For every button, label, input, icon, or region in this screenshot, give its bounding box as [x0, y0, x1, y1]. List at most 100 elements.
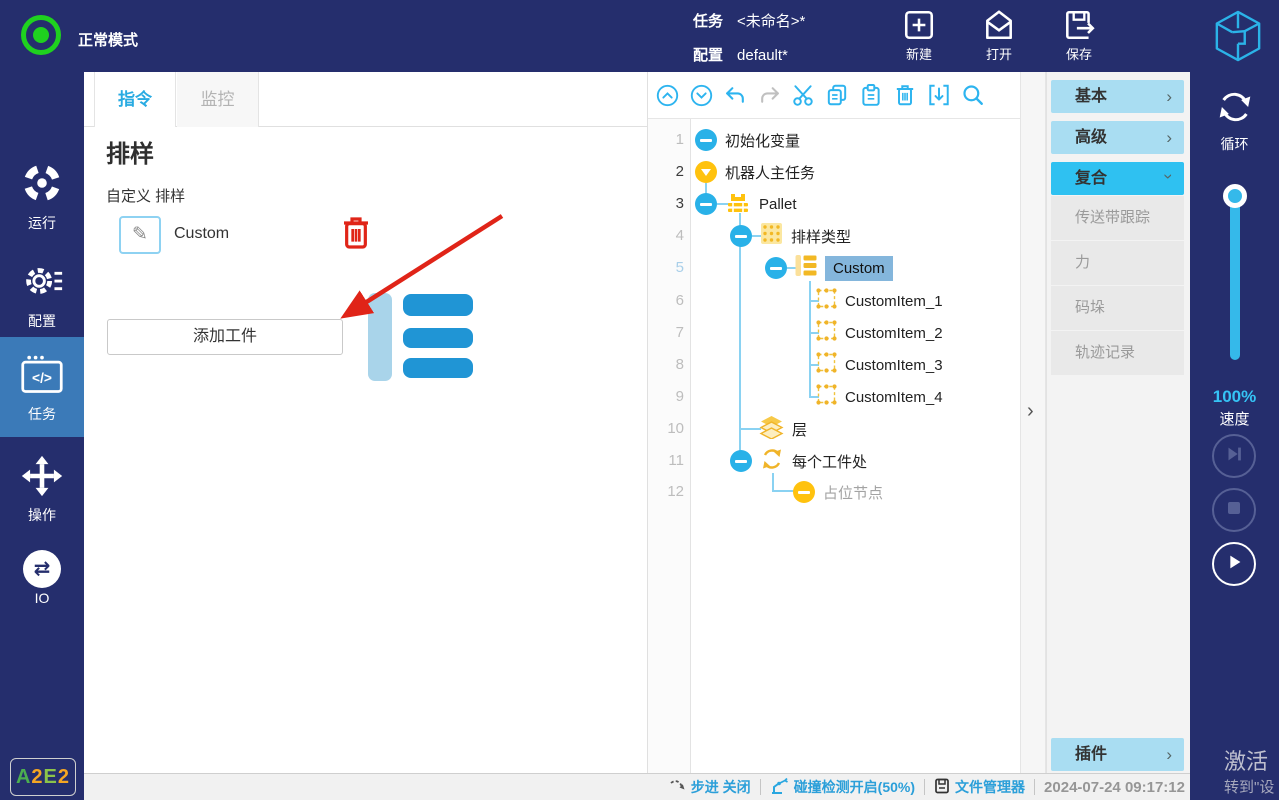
pallet-graphic-item: [403, 358, 473, 378]
expand-all-icon[interactable]: [689, 83, 713, 107]
stop-button[interactable]: [1212, 488, 1256, 532]
category-advanced[interactable]: 高级›: [1051, 121, 1184, 154]
robot-status-indicator[interactable]: [21, 15, 61, 55]
delete-layout-button[interactable]: [340, 214, 372, 257]
task-config-meta: 任务<未命名>* 配置default*: [693, 9, 805, 77]
speed-slider-track[interactable]: [1230, 196, 1240, 360]
sidebar-item-config[interactable]: 配置: [0, 258, 84, 331]
sidebar-item-run[interactable]: 运行: [0, 160, 84, 233]
save-button[interactable]: 保存: [1053, 8, 1105, 63]
annotation-arrow: [84, 72, 647, 773]
item-conveyor-tracking[interactable]: 传送带跟踪: [1051, 196, 1184, 240]
tree-row-layout-type[interactable]: 4 排样类型: [648, 220, 1020, 252]
collapse-toggle-icon[interactable]: [765, 257, 787, 279]
undo-icon[interactable]: [723, 83, 747, 107]
chevron-right-icon: ›: [1027, 400, 1034, 423]
tab-command[interactable]: 指令: [94, 72, 176, 127]
grid-pattern-icon: [760, 222, 783, 250]
sidebar-item-io[interactable]: ⇄ IO: [0, 550, 84, 606]
category-plugin[interactable]: 插件›: [1051, 738, 1184, 771]
tree-row-custom[interactable]: 5 Custom: [648, 252, 1020, 284]
clock-timestamp: 2024-07-24 09:17:12: [1044, 779, 1185, 796]
play-button[interactable]: [1212, 542, 1256, 586]
loop-arrows-icon: [1214, 115, 1256, 132]
io-icon: ⇄: [23, 550, 61, 588]
open-button-label: 打开: [973, 44, 1025, 63]
speed-slider-handle[interactable]: [1223, 184, 1247, 208]
tab-monitor[interactable]: 监控: [177, 72, 259, 127]
sidebar-item-task[interactable]: </> 任务: [0, 337, 84, 437]
new-button-label: 新建: [893, 44, 945, 63]
collision-detection-label: 碰撞检测开启(50%): [794, 777, 915, 797]
layers-icon: [759, 415, 784, 444]
tree-row-main-task[interactable]: 2 机器人主任务: [648, 156, 1020, 188]
cut-icon[interactable]: [791, 83, 815, 107]
item-track-record[interactable]: 轨迹记录: [1051, 331, 1184, 375]
speed-percent: 100%: [1190, 387, 1279, 407]
step-mode-status[interactable]: 步进 关闭: [669, 777, 751, 797]
tree-row-custom-item[interactable]: 7 CustomItem_2: [648, 317, 1020, 349]
tree-node-label: CustomItem_2: [845, 325, 943, 342]
open-file-icon: [973, 8, 1025, 42]
collision-detection-status[interactable]: 碰撞检测开启(50%): [770, 777, 915, 798]
device-badge[interactable]: A2E2: [10, 758, 76, 796]
line-number: 9: [648, 381, 684, 413]
sidebar-item-operate[interactable]: 操作: [0, 454, 84, 525]
open-button[interactable]: 打开: [973, 8, 1025, 63]
tree-row-placeholder[interactable]: 12 占位节点: [648, 476, 1020, 508]
insert-icon[interactable]: [927, 83, 951, 107]
tree-node-label-selected: Custom: [825, 256, 893, 281]
page-subtitle: 自定义 排样: [106, 185, 185, 206]
collapse-toggle-icon[interactable]: [730, 225, 752, 247]
task-value: <未命名>*: [737, 13, 805, 30]
panel-collapse-strip[interactable]: ›: [1020, 72, 1046, 773]
add-workpiece-button[interactable]: 添加工件: [107, 319, 343, 355]
brand-logo-icon: [1213, 8, 1263, 69]
copy-icon[interactable]: [825, 83, 849, 107]
line-number: 6: [648, 285, 684, 317]
collapse-toggle-icon[interactable]: [730, 450, 752, 472]
tree-row-foreach-workpiece[interactable]: 11 每个工件处: [648, 445, 1020, 477]
tree-row-custom-item[interactable]: 9 CustomItem_4: [648, 381, 1020, 413]
collapse-toggle-icon[interactable]: [695, 193, 717, 215]
edit-name-button[interactable]: ✎: [119, 216, 161, 254]
tree-node-label: CustomItem_3: [845, 357, 943, 374]
expand-toggle-icon[interactable]: [695, 161, 717, 183]
sidebar-item-label: IO: [0, 590, 84, 606]
tree-row-custom-item[interactable]: 6 CustomItem_1: [648, 285, 1020, 317]
paste-icon[interactable]: [859, 83, 883, 107]
line-number: 4: [648, 220, 684, 252]
search-icon[interactable]: [961, 83, 985, 107]
new-button[interactable]: 新建: [893, 8, 945, 63]
badge-char: A: [16, 766, 31, 788]
pallet-graphic-item: [403, 294, 473, 316]
category-basic[interactable]: 基本›: [1051, 80, 1184, 113]
tree-row-init-vars[interactable]: 1 初始化变量: [648, 124, 1020, 156]
chevron-down-icon: ›: [1153, 174, 1186, 180]
tree-node-label: 初始化变量: [725, 130, 800, 151]
collapse-all-icon[interactable]: [655, 83, 679, 107]
tree-row-custom-item[interactable]: 8 CustomItem_3: [648, 349, 1020, 381]
category-compound[interactable]: 复合›: [1051, 162, 1184, 195]
tree-row-layer[interactable]: 10 层: [648, 413, 1020, 445]
file-manager-label: 文件管理器: [955, 777, 1025, 797]
delete-icon[interactable]: [893, 83, 917, 107]
item-palletizing[interactable]: 码垛: [1051, 286, 1184, 330]
file-manager-button[interactable]: 文件管理器: [934, 777, 1025, 797]
disk-icon: [934, 778, 950, 797]
loop-mode-button[interactable]: 循环: [1190, 86, 1279, 154]
task-label: 任务: [693, 13, 723, 30]
config-value: default*: [737, 47, 788, 64]
chevron-right-icon: ›: [1166, 121, 1172, 154]
collapse-toggle-icon[interactable]: [695, 129, 717, 151]
tree-node-label: CustomItem_4: [845, 389, 943, 406]
redo-icon[interactable]: [757, 83, 781, 107]
line-number: 10: [648, 413, 684, 445]
item-force[interactable]: 力: [1051, 241, 1184, 285]
step-to-end-button[interactable]: [1212, 434, 1256, 478]
tree-row-pallet[interactable]: 3 Pallet: [648, 188, 1020, 220]
tree-node-label: 每个工件处: [792, 451, 867, 472]
activation-watermark-line1: 激活: [1224, 744, 1268, 776]
loop-label: 循环: [1190, 134, 1279, 154]
line-number: 7: [648, 317, 684, 349]
